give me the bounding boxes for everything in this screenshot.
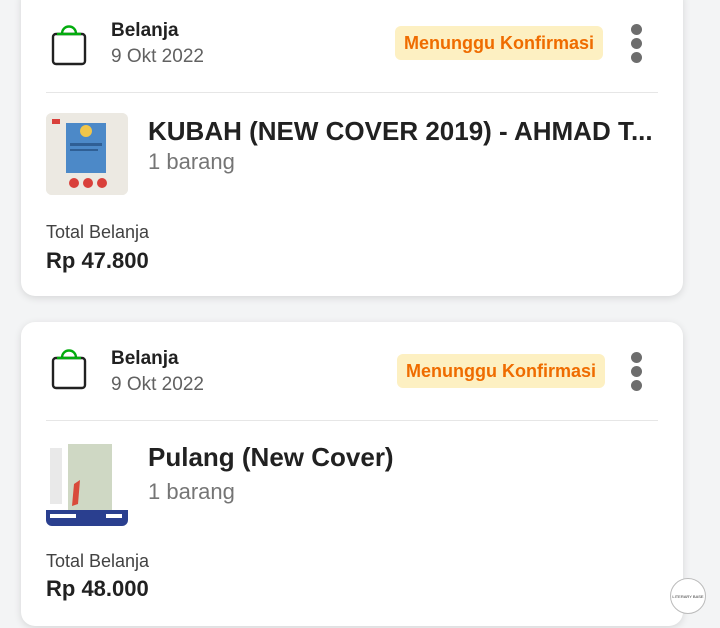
product-quantity: 1 barang <box>148 479 235 504</box>
shopping-bag-icon <box>51 349 87 390</box>
order-header: Belanja 9 Okt 2022 Menunggu Konfirmasi <box>21 0 683 106</box>
product-quantity: 1 barang <box>148 149 235 174</box>
product-name[interactable]: Pulang (New Cover) <box>148 442 653 473</box>
status-badge: Menunggu Konfirmasi <box>395 26 603 60</box>
total-label: Total Belanja <box>46 551 150 571</box>
watermark-text: LITERARY BASE <box>672 593 704 599</box>
order-date: 9 Okt 2022 <box>111 374 204 395</box>
product-thumbnail[interactable] <box>46 113 128 195</box>
product-thumbnail[interactable] <box>46 444 128 526</box>
divider <box>46 92 658 93</box>
product-name[interactable]: KUBAH (NEW COVER 2019) - AHMAD T... <box>148 116 653 147</box>
total-value: Rp 47.800 <box>46 248 149 273</box>
order-category: Belanja <box>111 348 179 369</box>
book-cover-image <box>46 444 128 526</box>
more-options-icon[interactable] <box>625 24 649 64</box>
order-card[interactable]: Belanja 9 Okt 2022 Menunggu Konfirmasi P… <box>21 322 683 626</box>
order-category: Belanja <box>111 20 179 41</box>
status-badge: Menunggu Konfirmasi <box>397 354 605 388</box>
shopping-bag-icon <box>51 25 87 66</box>
order-card[interactable]: Belanja 9 Okt 2022 Menunggu Konfirmasi K… <box>21 0 683 296</box>
order-header: Belanja 9 Okt 2022 Menunggu Konfirmasi <box>21 322 683 428</box>
total-label: Total Belanja <box>46 222 150 242</box>
book-cover-image <box>46 113 128 195</box>
divider <box>46 420 658 421</box>
watermark-logo: LITERARY BASE <box>670 578 706 614</box>
total-value: Rp 48.000 <box>46 576 149 601</box>
more-options-icon[interactable] <box>625 352 649 392</box>
order-date: 9 Okt 2022 <box>111 46 204 67</box>
